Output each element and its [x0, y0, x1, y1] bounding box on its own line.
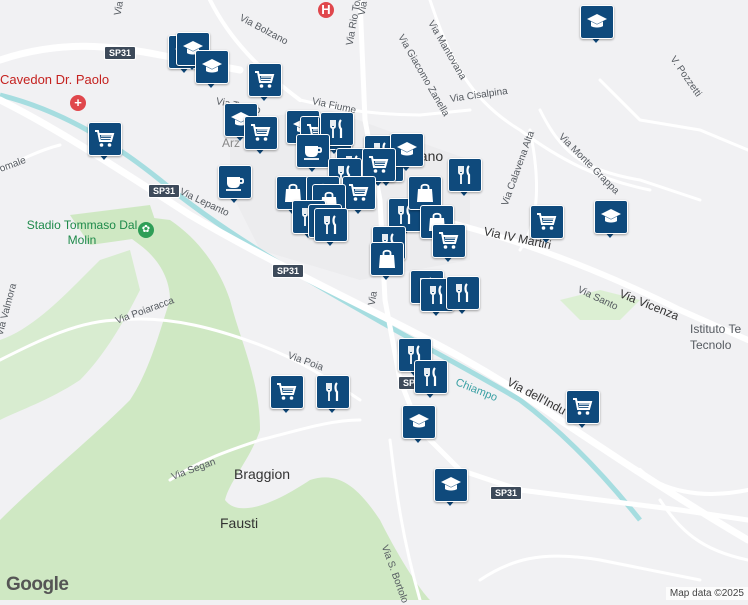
- map-marker-cutlery[interactable]: [448, 158, 482, 196]
- school-icon: [439, 473, 463, 497]
- map-marker-cart[interactable]: [244, 116, 278, 154]
- road: [598, 78, 748, 152]
- coffee-icon: [301, 139, 325, 163]
- road: [638, 468, 748, 496]
- map-marker-cutlery[interactable]: [446, 276, 480, 314]
- coffee-icon: [223, 170, 247, 194]
- school-icon: [407, 410, 431, 434]
- cart-icon: [347, 181, 371, 205]
- school-icon: [599, 205, 623, 229]
- cart-icon: [571, 395, 595, 419]
- poi-label: Istituto Te: [690, 322, 742, 336]
- park-icon: ✿: [138, 222, 154, 238]
- map-credit[interactable]: Map data ©2025: [665, 587, 748, 600]
- cart-icon: [249, 121, 273, 145]
- road-shield: SP31: [490, 486, 523, 500]
- map-marker-cutlery[interactable]: [316, 375, 350, 413]
- school-icon: [585, 10, 609, 34]
- map-marker-cart[interactable]: [530, 205, 564, 243]
- road: [478, 554, 702, 582]
- poi-label: Stadio Tommaso Dal Molin: [26, 218, 138, 247]
- map-marker-school[interactable]: [195, 50, 229, 88]
- road-shield: SP31: [148, 184, 181, 198]
- map-marker-cart[interactable]: [432, 224, 466, 262]
- map-marker-school[interactable]: [580, 5, 614, 43]
- map-marker-school[interactable]: [594, 200, 628, 238]
- park-area: [0, 250, 140, 420]
- school-icon: [200, 55, 224, 79]
- cart-icon: [437, 229, 461, 253]
- map-marker-bag[interactable]: [370, 242, 404, 280]
- place-label: Fausti: [220, 515, 259, 531]
- poi-label: Tecnolo: [690, 338, 732, 352]
- map-marker-cutlery[interactable]: [314, 208, 348, 246]
- map-marker-coffee[interactable]: [296, 134, 330, 172]
- bag-icon: [375, 247, 399, 271]
- cutlery-icon: [453, 163, 477, 187]
- cutlery-icon: [419, 365, 443, 389]
- cart-icon: [275, 380, 299, 404]
- cart-icon: [93, 127, 117, 151]
- road-shield: SP31: [272, 264, 305, 278]
- road: [538, 108, 702, 202]
- cutlery-icon: [319, 213, 343, 237]
- cart-icon: [535, 210, 559, 234]
- cart-icon: [253, 68, 277, 92]
- map-marker-cart[interactable]: [566, 390, 600, 428]
- map-marker-cutlery[interactable]: [414, 360, 448, 398]
- place-label: Braggion: [234, 466, 291, 482]
- cutlery-icon: [321, 380, 345, 404]
- cart-icon: [367, 153, 391, 177]
- map-marker-cart[interactable]: [88, 122, 122, 160]
- hospital-icon: +: [70, 95, 86, 111]
- school-icon: [395, 138, 419, 162]
- map-marker-coffee[interactable]: [218, 165, 252, 203]
- cutlery-icon: [451, 281, 475, 305]
- bag-icon: [413, 181, 437, 205]
- google-logo: Google: [6, 574, 69, 595]
- map-marker-cart[interactable]: [248, 63, 282, 101]
- map-marker-school[interactable]: [402, 405, 436, 443]
- road-shield: SP31: [104, 46, 137, 60]
- hospital-icon: H: [318, 2, 334, 18]
- map-marker-school[interactable]: [434, 468, 468, 506]
- map-marker-cart[interactable]: [270, 375, 304, 413]
- poi-label: Cavedon Dr. Paolo: [0, 72, 110, 87]
